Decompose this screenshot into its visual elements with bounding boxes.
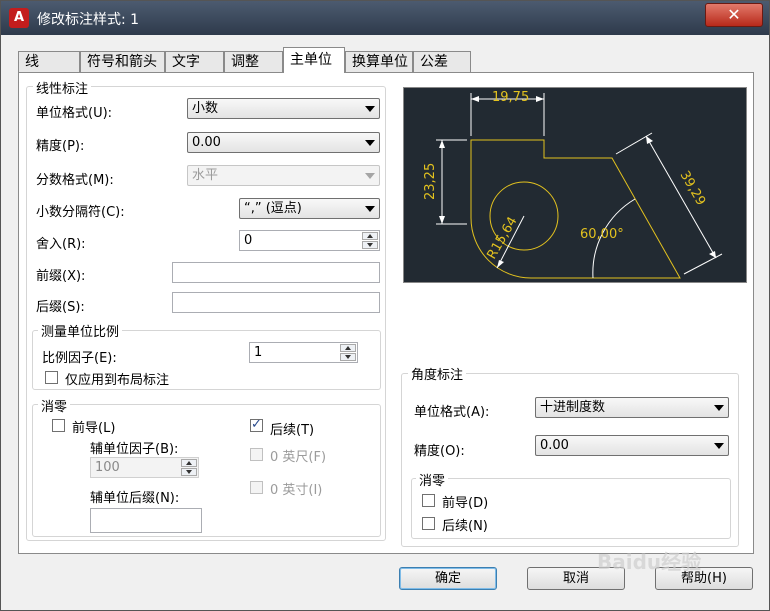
scale-factor-input[interactable]: 1 bbox=[249, 342, 358, 363]
spin-down-icon[interactable] bbox=[181, 468, 197, 476]
prefix-label: 前缀(X): bbox=[36, 269, 86, 284]
tab-fit[interactable]: 调整 bbox=[224, 51, 283, 72]
feet-zero-label: 0 英尺(F) bbox=[270, 450, 327, 465]
round-off-value: 0 bbox=[244, 233, 253, 248]
linear-group-legend: 线性标注 bbox=[33, 78, 92, 97]
angular-precision-select[interactable]: 0.00 bbox=[535, 435, 729, 456]
leading-zero-checkbox[interactable] bbox=[52, 419, 65, 432]
preview-labels: 19,75 23,25 39,29 R15,64 60,00° bbox=[423, 90, 708, 262]
chevron-down-icon bbox=[714, 405, 724, 411]
fraction-format-value: 水平 bbox=[192, 168, 219, 183]
spin-up-icon[interactable] bbox=[340, 344, 356, 352]
autocad-logo-icon: A bbox=[9, 8, 29, 28]
measurement-scale-legend: 测量单位比例 bbox=[38, 321, 123, 340]
round-off-label: 舍入(R): bbox=[36, 237, 86, 252]
title-bar[interactable]: A 修改标注样式: 1 ✕ bbox=[1, 1, 769, 35]
angular-leading-checkbox[interactable] bbox=[422, 494, 435, 507]
angular-group-legend: 角度标注 bbox=[408, 364, 467, 383]
decimal-separator-value: “,” (逗点) bbox=[244, 201, 302, 216]
inches-zero-checkbox[interactable] bbox=[250, 481, 263, 494]
angular-trailing-label: 后续(N) bbox=[442, 519, 488, 534]
unit-format-select[interactable]: 小数 bbox=[187, 98, 380, 119]
preview-dim-angle: 60,00° bbox=[580, 227, 624, 242]
tab-alternate-units[interactable]: 换算单位 bbox=[345, 51, 413, 72]
suffix-input[interactable] bbox=[172, 292, 380, 313]
window-title: 修改标注样式: 1 bbox=[37, 12, 140, 28]
layout-only-checkbox[interactable] bbox=[45, 371, 58, 384]
watermark: Baidu经验 bbox=[597, 550, 702, 574]
scale-factor-label: 比例因子(E): bbox=[42, 351, 117, 366]
tab-lines[interactable]: 线 bbox=[18, 51, 80, 72]
sub-unit-factor-spinner[interactable] bbox=[181, 459, 197, 476]
tab-primary-units[interactable]: 主单位 bbox=[283, 47, 345, 73]
inches-zero-label: 0 英寸(I) bbox=[270, 483, 323, 498]
zero-suppression-legend: 消零 bbox=[38, 396, 71, 415]
scale-factor-spinner[interactable] bbox=[340, 344, 356, 361]
sub-unit-suffix-label: 辅单位后缀(N): bbox=[90, 491, 180, 506]
preview-dim-diagonal: 39,29 bbox=[677, 169, 709, 209]
angular-unit-format-value: 十进制度数 bbox=[540, 400, 606, 415]
dialog-window: A 修改标注样式: 1 ✕ 线 符号和箭头 文字 调整 主单位 换算单位 公差 … bbox=[0, 0, 770, 611]
precision-label: 精度(P): bbox=[36, 139, 85, 154]
chevron-down-icon bbox=[365, 140, 375, 146]
tab-tolerances[interactable]: 公差 bbox=[413, 51, 471, 72]
preview-dimension-lines bbox=[436, 93, 723, 279]
fraction-format-select[interactable]: 水平 bbox=[187, 165, 380, 186]
ok-button[interactable]: 确定 bbox=[399, 567, 497, 590]
preview-dim-top: 19,75 bbox=[492, 90, 529, 105]
chevron-down-icon bbox=[714, 443, 724, 449]
unit-format-value: 小数 bbox=[192, 101, 219, 116]
decimal-separator-select[interactable]: “,” (逗点) bbox=[239, 198, 380, 219]
chevron-down-icon bbox=[365, 206, 375, 212]
decimal-separator-label: 小数分隔符(C): bbox=[36, 205, 125, 220]
trailing-zero-label: 后续(T) bbox=[270, 423, 315, 438]
suffix-label: 后缀(S): bbox=[36, 300, 85, 315]
tab-text[interactable]: 文字 bbox=[165, 51, 224, 72]
layout-only-label: 仅应用到布局标注 bbox=[65, 373, 170, 388]
angular-zero-legend: 消零 bbox=[416, 470, 449, 489]
chevron-down-icon bbox=[365, 173, 375, 179]
scale-factor-value: 1 bbox=[254, 345, 263, 360]
fraction-format-label: 分数格式(M): bbox=[36, 173, 114, 188]
angular-leading-label: 前导(D) bbox=[442, 496, 489, 511]
angular-unit-format-select[interactable]: 十进制度数 bbox=[535, 397, 729, 418]
tab-symbols-arrows[interactable]: 符号和箭头 bbox=[80, 51, 165, 72]
sub-unit-factor-label: 辅单位因子(B): bbox=[90, 442, 179, 457]
trailing-zero-checkbox[interactable] bbox=[250, 417, 263, 432]
sub-unit-factor-value: 100 bbox=[95, 460, 120, 475]
precision-value: 0.00 bbox=[192, 135, 221, 150]
chevron-down-icon bbox=[365, 106, 375, 112]
sub-unit-suffix-input[interactable] bbox=[90, 508, 202, 533]
preview-dim-radius: R15,64 bbox=[484, 214, 520, 262]
precision-select[interactable]: 0.00 bbox=[187, 132, 380, 153]
spin-down-icon[interactable] bbox=[362, 241, 378, 249]
dimension-preview: 19,75 23,25 39,29 R15,64 60,00° bbox=[403, 87, 747, 283]
sub-unit-factor-input[interactable]: 100 bbox=[90, 457, 199, 478]
angular-precision-value: 0.00 bbox=[540, 438, 569, 453]
prefix-input[interactable] bbox=[172, 262, 380, 283]
angular-precision-label: 精度(O): bbox=[414, 444, 465, 459]
preview-dim-left: 23,25 bbox=[423, 163, 438, 200]
round-off-input[interactable]: 0 bbox=[239, 230, 380, 251]
round-off-spinner[interactable] bbox=[362, 232, 378, 249]
preview-arrowheads bbox=[439, 96, 716, 268]
spin-down-icon[interactable] bbox=[340, 353, 356, 361]
angular-unit-format-label: 单位格式(A): bbox=[414, 405, 490, 420]
leading-zero-label: 前导(L) bbox=[72, 421, 116, 436]
unit-format-label: 单位格式(U): bbox=[36, 106, 113, 121]
preview-drawing: 19,75 23,25 39,29 R15,64 60,00° bbox=[423, 90, 723, 279]
spin-up-icon[interactable] bbox=[181, 459, 197, 467]
spin-up-icon[interactable] bbox=[362, 232, 378, 240]
feet-zero-checkbox[interactable] bbox=[250, 448, 263, 461]
angular-trailing-checkbox[interactable] bbox=[422, 517, 435, 530]
close-button[interactable]: ✕ bbox=[705, 3, 763, 27]
